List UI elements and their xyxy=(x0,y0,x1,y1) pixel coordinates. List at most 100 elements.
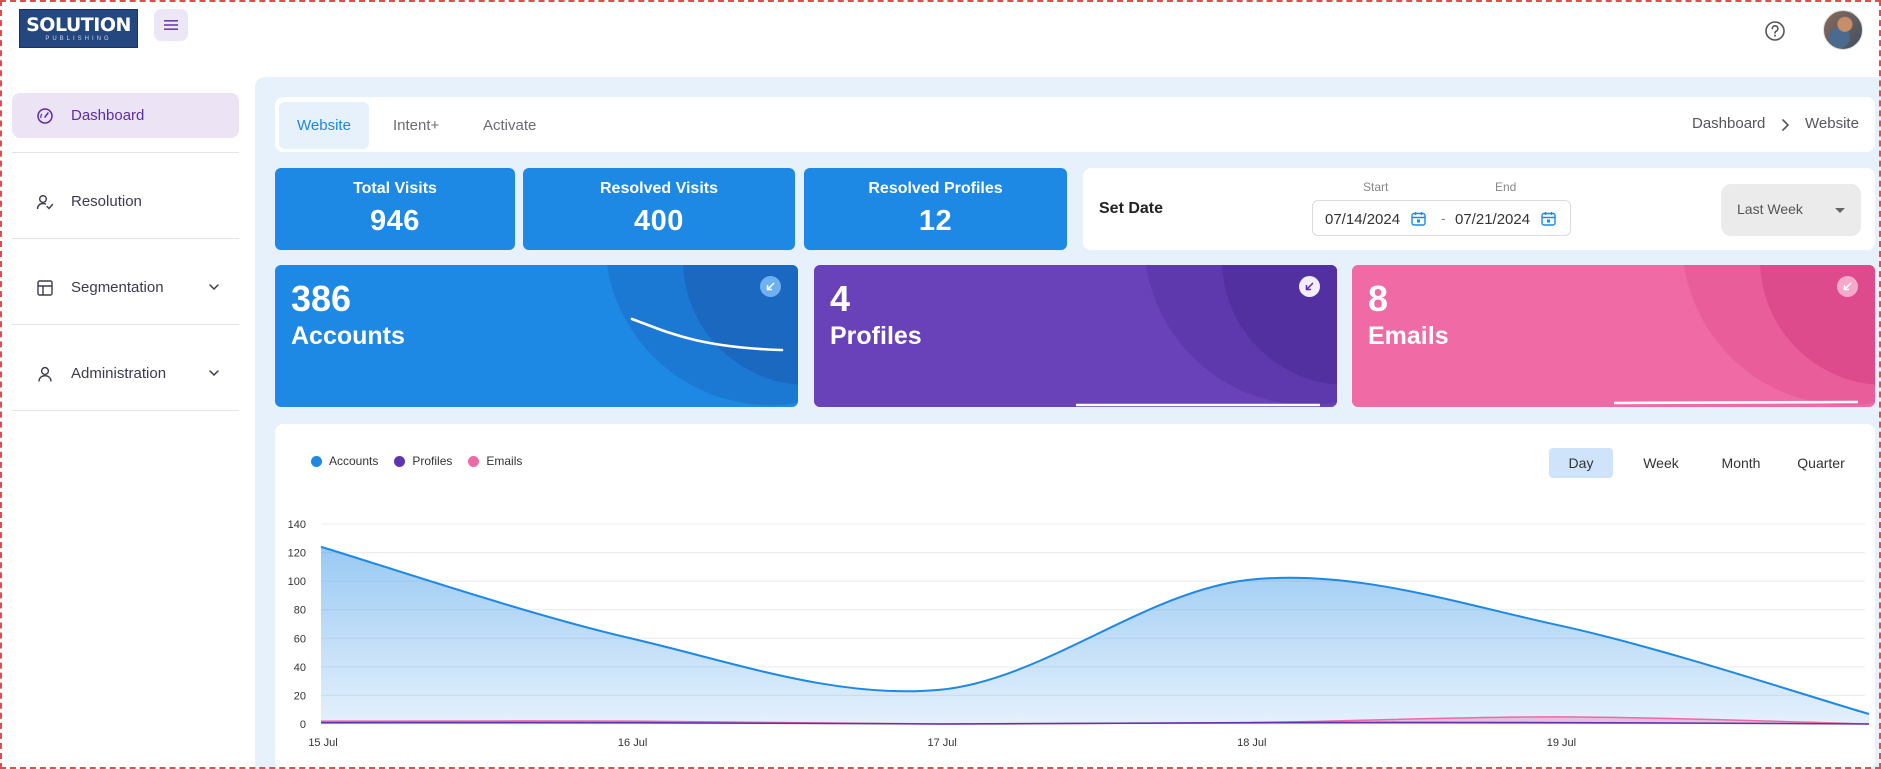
legend-label: Emails xyxy=(486,454,523,468)
sidebar-item-label: Administration xyxy=(71,365,167,382)
logo-main-text: SOLUTION xyxy=(26,13,131,36)
y-tick-label: 60 xyxy=(294,633,306,645)
date-separator: - xyxy=(1441,210,1446,226)
breadcrumb-current: Website xyxy=(1805,115,1859,132)
y-tick-label: 0 xyxy=(300,719,306,731)
stat-resolved-profiles: Resolved Profiles 12 xyxy=(804,168,1067,250)
chevron-down-icon xyxy=(209,284,219,291)
sidebar-item-label: Dashboard xyxy=(71,107,145,124)
legend-item-emails[interactable]: Emails xyxy=(468,454,522,468)
tab-label: Website xyxy=(297,117,351,134)
logo-sub-text: PUBLISHING xyxy=(45,35,112,42)
stat-label: Total Visits xyxy=(353,180,437,197)
x-tick-label: 18 Jul xyxy=(1237,737,1266,749)
divider xyxy=(12,238,239,239)
legend-dot xyxy=(311,455,322,467)
speedometer-icon xyxy=(36,107,54,125)
granularity-day-button[interactable]: Day xyxy=(1549,448,1613,478)
tab-activate[interactable]: Activate xyxy=(465,102,554,149)
legend-label: Profiles xyxy=(412,454,453,468)
date-range-input[interactable]: 07/14/2024 - 07/21/2024 xyxy=(1312,200,1571,236)
stat-total-visits: Total Visits 946 xyxy=(275,168,515,250)
hamburger-icon xyxy=(164,20,178,30)
tab-label: Intent+ xyxy=(393,117,440,134)
stat-value: 400 xyxy=(634,205,684,237)
legend-dot xyxy=(468,455,480,467)
tab-website[interactable]: Website xyxy=(279,102,369,149)
end-label: End xyxy=(1495,180,1517,194)
stat-value: 12 xyxy=(918,205,953,237)
user-avatar[interactable] xyxy=(1823,10,1863,50)
breadcrumb-parent[interactable]: Dashboard xyxy=(1692,115,1765,132)
date-preset-select[interactable]: Last Week xyxy=(1721,184,1861,236)
user-check-icon xyxy=(36,193,54,211)
kpi-value: 386 xyxy=(291,278,352,319)
y-tick-label: 80 xyxy=(294,605,306,617)
arrow-down-left-icon xyxy=(760,276,781,297)
start-label: Start xyxy=(1363,180,1389,194)
kpi-card-profiles[interactable]: 4 Profiles xyxy=(814,265,1337,407)
sidebar-item-label: Resolution xyxy=(71,193,142,210)
kpi-value: 8 xyxy=(1368,278,1389,319)
calendar-icon[interactable] xyxy=(1540,210,1557,227)
company-logo[interactable]: SOLUTION PUBLISHING xyxy=(19,9,138,48)
legend-dot xyxy=(394,455,406,467)
calendar-icon[interactable] xyxy=(1410,210,1427,227)
y-tick-label: 20 xyxy=(294,690,306,702)
caret-down-icon xyxy=(1835,208,1845,213)
question-circle-icon[interactable] xyxy=(1764,20,1786,42)
legend-item-accounts[interactable]: Accounts xyxy=(311,454,378,468)
x-tick-label: 16 Jul xyxy=(618,737,647,749)
stat-label: Resolved Visits xyxy=(600,180,718,197)
legend-item-profiles[interactable]: Profiles xyxy=(394,454,452,468)
stat-value: 946 xyxy=(370,205,420,237)
kpi-card-emails[interactable]: 8 Emails xyxy=(1352,265,1875,407)
top-bar: SOLUTION PUBLISHING xyxy=(0,0,1881,60)
stat-resolved-visits: Resolved Visits 400 xyxy=(523,168,795,250)
granularity-quarter-button[interactable]: Quarter xyxy=(1789,448,1853,478)
tab-intent[interactable]: Intent+ xyxy=(375,102,457,149)
menu-toggle-button[interactable] xyxy=(154,9,188,41)
date-filter-panel: Set Date Start End 07/14/2024 - 07/21/20… xyxy=(1083,168,1875,250)
chevron-right-icon xyxy=(1782,119,1790,131)
granularity-week-button[interactable]: Week xyxy=(1629,448,1693,478)
date-preset-value: Last Week xyxy=(1737,201,1803,217)
area-chart: 0 20 40 60 80 100 120 140 15 Jul 16 Jul 17 Jul 18 J… xyxy=(288,519,1870,749)
x-tick-label: 15 Jul xyxy=(308,737,337,749)
kpi-label: Profiles xyxy=(830,322,922,350)
legend-label: Accounts xyxy=(329,454,379,468)
chart-legend: Accounts Profiles Emails xyxy=(311,454,522,468)
user-icon xyxy=(36,365,54,383)
sidebar-item-label: Segmentation xyxy=(71,279,164,296)
divider xyxy=(12,324,239,325)
kpi-card-accounts[interactable]: 386 Accounts xyxy=(275,265,798,407)
divider xyxy=(12,410,239,411)
sidebar-item-dashboard[interactable]: Dashboard xyxy=(12,93,239,138)
set-date-label: Set Date xyxy=(1099,200,1164,217)
arrow-down-left-icon xyxy=(1299,276,1320,297)
x-tick-label: 19 Jul xyxy=(1547,737,1576,749)
kpi-label: Accounts xyxy=(291,322,405,350)
kpi-label: Emails xyxy=(1368,322,1449,350)
sidebar-item-segmentation[interactable]: Segmentation xyxy=(12,265,239,310)
tab-bar: Website Intent+ Activate Dashboard Websi… xyxy=(275,97,1875,152)
divider xyxy=(12,152,239,153)
tab-label: Activate xyxy=(483,117,537,134)
end-date-value[interactable]: 07/21/2024 xyxy=(1455,211,1530,228)
start-date-value[interactable]: 07/14/2024 xyxy=(1325,211,1400,228)
granularity-month-button[interactable]: Month xyxy=(1709,448,1773,478)
y-tick-label: 100 xyxy=(288,576,306,588)
sidebar-item-administration[interactable]: Administration xyxy=(12,351,239,396)
stat-label: Resolved Profiles xyxy=(868,180,1003,197)
sidebar-item-resolution[interactable]: Resolution xyxy=(12,179,239,224)
sidebar: Dashboard Resolution Segmentation Admini… xyxy=(0,60,250,769)
y-tick-label: 120 xyxy=(288,548,306,560)
kpi-value: 4 xyxy=(830,278,851,319)
arrow-down-left-icon xyxy=(1837,276,1858,297)
y-tick-label: 40 xyxy=(294,662,306,674)
chart-card: Accounts Profiles Emails Day Week Month … xyxy=(275,424,1875,769)
chevron-down-icon xyxy=(209,370,219,377)
y-tick-label: 140 xyxy=(288,519,306,531)
x-tick-label: 17 Jul xyxy=(928,737,957,749)
grid-table-icon xyxy=(36,279,54,297)
